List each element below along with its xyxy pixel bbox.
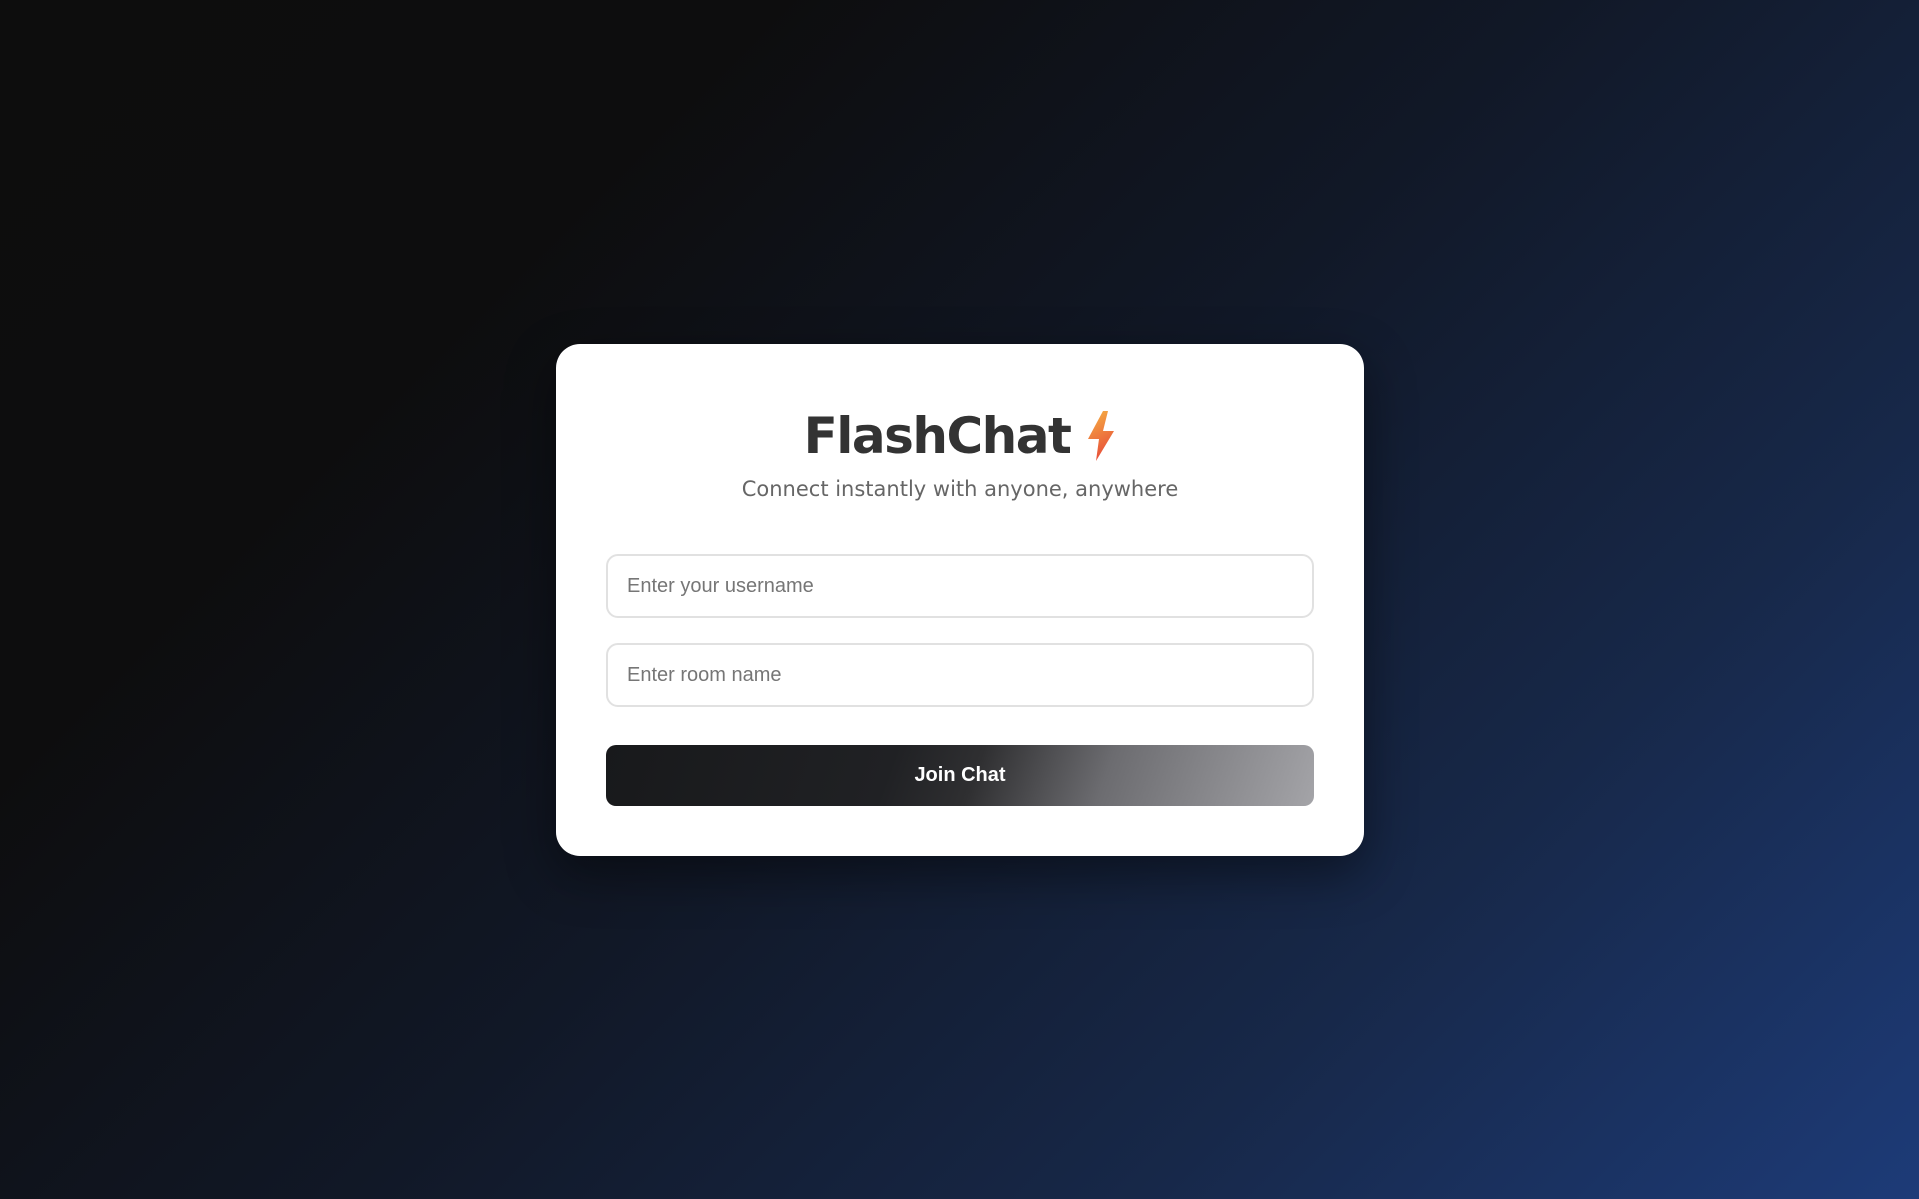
login-card: FlashChat Connect instantly with anyone,… (556, 344, 1364, 856)
app-title: FlashChat (803, 407, 1072, 465)
lightning-bolt-icon (1086, 411, 1116, 461)
join-chat-button[interactable]: Join Chat (606, 745, 1314, 806)
room-name-input[interactable] (606, 643, 1314, 707)
username-input[interactable] (606, 554, 1314, 618)
title-row: FlashChat (556, 402, 1364, 470)
app-subtitle: Connect instantly with anyone, anywhere (741, 477, 1179, 501)
